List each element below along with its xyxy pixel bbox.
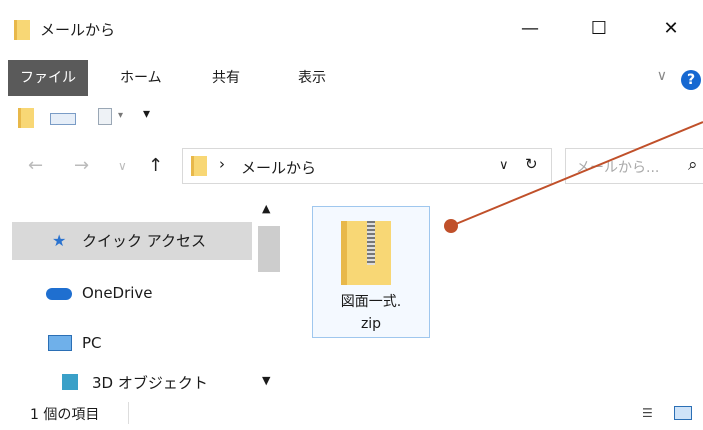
ribbon-tabs: ファイル ホーム 共有 表示 ∨ ? [0,60,703,96]
cloud-icon [46,288,72,300]
help-icon[interactable]: ? [681,70,701,90]
customize-toolbar-icon[interactable]: ▾ [143,106,150,122]
folder-icon [18,108,34,128]
details-view-icon[interactable]: ☰ [642,406,653,420]
tab-view[interactable]: 表示 [286,60,338,96]
recent-locations-chevron-icon[interactable]: ∨ [118,159,127,173]
scroll-down-icon[interactable]: ▼ [262,374,270,387]
navigation-scrollbar[interactable]: ▲ ▼ [256,198,284,396]
forward-arrow-icon[interactable]: → [74,155,89,176]
file-name: 図面一式. zip [313,291,429,335]
refresh-icon[interactable]: ↻ [525,155,538,173]
sidebar-item-pc[interactable]: PC [12,324,252,362]
sidebar-item-onedrive[interactable]: OneDrive [12,274,252,312]
sidebar-item-label: OneDrive [82,284,153,302]
file-name-line2: zip [360,316,382,332]
cube-icon [62,374,78,390]
title-bar: メールから — ☐ ✕ [0,0,703,60]
zip-folder-icon [341,221,391,285]
computer-icon [48,335,72,351]
status-bar: 1 個の項目 ☰ [0,396,703,430]
properties-icon[interactable] [50,113,76,125]
search-icon[interactable]: ⌕ [688,155,698,175]
status-item-count: 1 個の項目 [30,407,100,423]
new-folder-icon[interactable] [98,108,112,125]
large-icons-view-icon[interactable] [674,406,692,420]
sidebar-item-label: クイック アクセス [82,232,207,250]
ribbon-expand-chevron-icon[interactable]: ∨ [657,68,667,84]
sidebar-item-quick-access[interactable]: ★ クイック アクセス [12,222,252,260]
back-arrow-icon[interactable]: ← [28,155,43,176]
address-dropdown-icon[interactable]: ∨ [499,158,509,173]
star-icon: ★ [52,231,67,250]
file-item[interactable]: 図面一式. zip [312,206,430,338]
address-row: ← → ∨ ↑ › メールから ∨ ↻ メールから... ⌕ [0,136,703,198]
file-name-line1: 図面一式. [340,294,402,310]
dropdown-arrow-icon[interactable]: ▾ [118,110,123,121]
breadcrumb-separator[interactable]: › [219,155,225,173]
search-input[interactable]: メールから... [576,157,659,177]
status-divider [128,402,129,424]
tab-home[interactable]: ホーム [108,60,174,96]
folder-icon [14,20,30,40]
tab-file[interactable]: ファイル [8,60,88,96]
up-arrow-icon[interactable]: ↑ [148,155,163,176]
folder-icon [191,156,207,176]
quick-access-toolbar: ▾ ▾ [0,100,703,136]
minimize-button[interactable]: — [515,14,545,44]
annotation-dot [444,219,458,233]
scroll-thumb[interactable] [258,226,280,272]
scroll-up-icon[interactable]: ▲ [262,202,270,215]
breadcrumb[interactable]: メールから [241,157,316,178]
navigation-pane: ★ クイック アクセス OneDrive PC 3D オブジェクト ▲ ▼ [0,198,284,396]
tab-share[interactable]: 共有 [200,60,252,96]
sidebar-item-label: PC [82,334,102,352]
close-button[interactable]: ✕ [656,14,686,44]
window-title: メールから [40,21,116,39]
zipper-icon [367,221,375,265]
address-bar[interactable]: › メールから ∨ ↻ [182,148,552,184]
search-box[interactable]: メールから... ⌕ [565,148,703,184]
maximize-button[interactable]: ☐ [584,14,614,44]
